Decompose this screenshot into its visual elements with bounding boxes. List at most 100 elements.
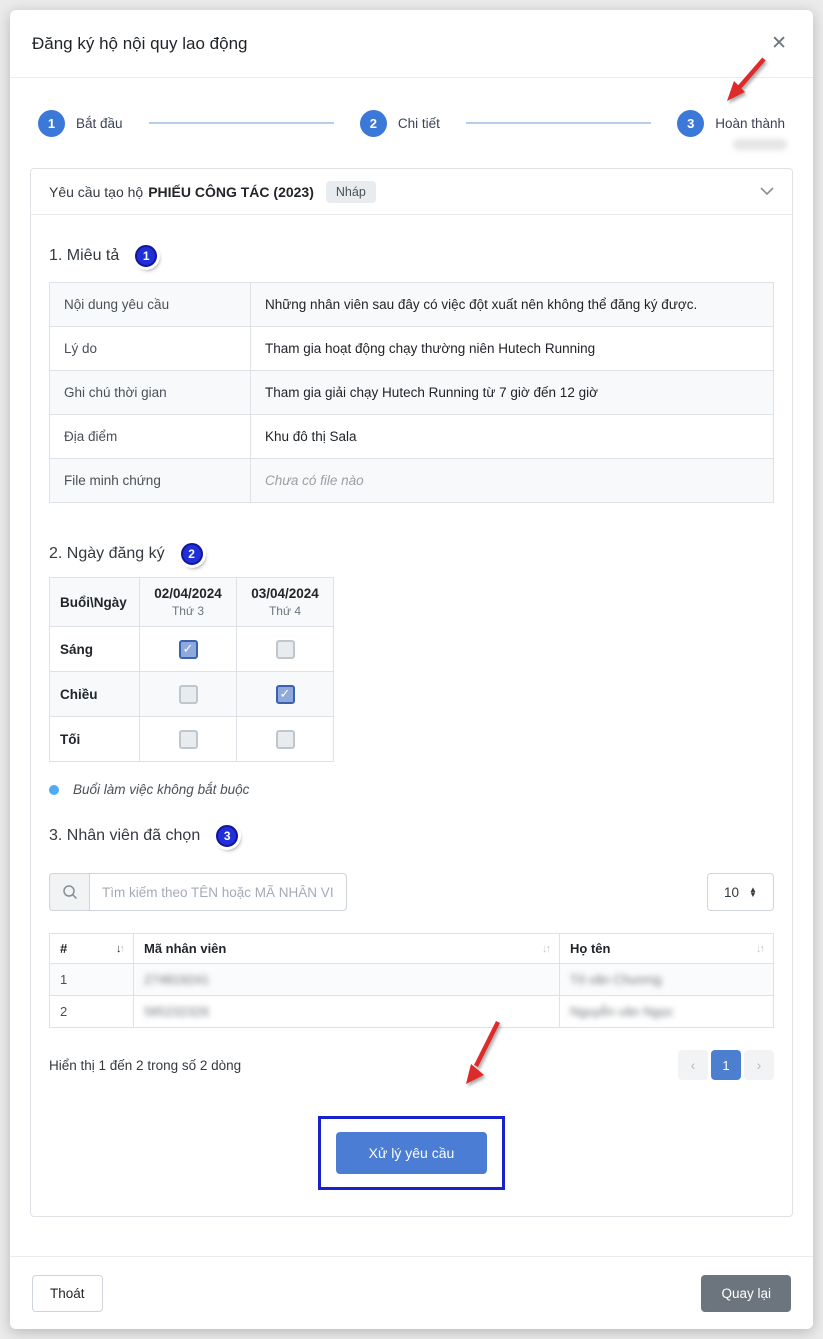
- page-size-value: 10: [724, 885, 739, 900]
- employee-code-redacted: 274819241: [144, 972, 209, 987]
- schedule-date-header: 02/04/2024 Thứ 3: [140, 578, 237, 627]
- request-title-prefix: Yêu cầu tạo hộ: [49, 184, 143, 200]
- back-button[interactable]: Quay lại: [701, 1275, 791, 1312]
- employee-row: 1 274819241 Tô văn Chương: [50, 964, 774, 996]
- modal-header: Đăng ký hộ nội quy lao động ✕: [10, 10, 813, 78]
- schedule-legend: Buổi làm việc không bắt buộc: [49, 782, 774, 797]
- sort-icon: ↓↑: [756, 943, 763, 955]
- modal-title: Đăng ký hộ nội quy lao động: [32, 34, 248, 54]
- header-index-label: #: [60, 941, 67, 956]
- table-footer: Hiển thị 1 đến 2 trong số 2 dòng ‹ 1 ›: [49, 1050, 774, 1080]
- step-3-circle: 3: [677, 110, 704, 137]
- search-group: [49, 873, 347, 911]
- annotation-highlight-box: Xử lý yêu cầu: [318, 1116, 506, 1190]
- request-title: PHIẾU CÔNG TÁC (2023): [148, 184, 314, 200]
- session-label: Sáng: [50, 627, 140, 672]
- callout-badge-2: 2: [181, 543, 203, 565]
- desc-label: Lý do: [50, 327, 251, 371]
- checkbox-afternoon-day1[interactable]: ✓: [179, 685, 198, 704]
- exit-button[interactable]: Thoát: [32, 1275, 103, 1312]
- search-icon: [49, 873, 89, 911]
- section-2-title: 2. Ngày đăng ký: [49, 545, 165, 563]
- desc-label: Ghi chú thời gian: [50, 371, 251, 415]
- callout-badge-1: 1: [135, 245, 157, 267]
- schedule-date-header: 03/04/2024 Thứ 4: [237, 578, 334, 627]
- weekday-label: Thứ 3: [150, 604, 226, 618]
- step-details[interactable]: 2 Chi tiết: [360, 110, 440, 137]
- section-1-heading: 1. Miêu tả 1: [49, 245, 774, 267]
- step-finish[interactable]: 3 Hoàn thành: [677, 110, 785, 137]
- date-label: 02/04/2024: [150, 586, 226, 601]
- page-size-select[interactable]: 10 ▲▼: [707, 873, 774, 911]
- desc-value: Những nhân viên sau đây có việc đột xuất…: [251, 283, 774, 327]
- modal-footer: Thoát Quay lại: [10, 1256, 813, 1329]
- spinner-arrows-icon: ▲▼: [749, 887, 757, 897]
- legend-text: Buổi làm việc không bắt buộc: [73, 782, 249, 797]
- desc-label: Địa điểm: [50, 415, 251, 459]
- table-row: Nội dung yêu cầu Những nhân viên sau đây…: [50, 283, 774, 327]
- section-3-heading: 3. Nhân viên đã chọn 3: [49, 825, 774, 847]
- schedule-row-afternoon: Chiều ✓ ✓: [50, 672, 334, 717]
- sort-icon: ↓↑: [542, 943, 549, 955]
- pagination-page-1[interactable]: 1: [711, 1050, 741, 1080]
- chevron-down-icon[interactable]: [760, 184, 774, 199]
- step-3-label: Hoàn thành: [715, 116, 785, 131]
- rows-summary: Hiển thị 1 đến 2 trong số 2 dòng: [49, 1058, 241, 1073]
- step-start[interactable]: 1 Bắt đầu: [38, 110, 123, 137]
- table-row: File minh chứng Chưa có file nào: [50, 459, 774, 503]
- pagination-next[interactable]: ›: [744, 1050, 774, 1080]
- checkbox-evening-day1[interactable]: ✓: [179, 730, 198, 749]
- request-card-body: 1. Miêu tả 1 Nội dung yêu cầu Những nhân…: [31, 215, 792, 1216]
- close-icon[interactable]: ✕: [767, 30, 791, 57]
- schedule-table: Buổi\Ngày 02/04/2024 Thứ 3 03/04/2024 Th…: [49, 577, 334, 762]
- step-1-label: Bắt đầu: [76, 116, 123, 131]
- employee-code-redacted: 585232326: [144, 1004, 209, 1019]
- stepper-connector: [466, 122, 651, 124]
- request-card: Yêu cầu tạo hộ PHIẾU CÔNG TÁC (2023) Nhá…: [30, 168, 793, 1217]
- employee-row: 2 585232326 Nguyễn văn Ngọc: [50, 996, 774, 1028]
- employee-table: # ↓↑ Mã nhân viên ↓↑ Họ tên ↓↑: [49, 933, 774, 1028]
- wizard-stepper: 1 Bắt đầu 2 Chi tiết 3 Hoàn thành: [10, 78, 813, 168]
- weekday-label: Thứ 4: [247, 604, 323, 618]
- header-index[interactable]: # ↓↑: [50, 934, 134, 964]
- legend-dot-icon: [49, 785, 59, 795]
- schedule-header-row: Buổi\Ngày 02/04/2024 Thứ 3 03/04/2024 Th…: [50, 578, 334, 627]
- pagination-prev[interactable]: ‹: [678, 1050, 708, 1080]
- desc-value: Tham gia giải chạy Hutech Running từ 7 g…: [251, 371, 774, 415]
- status-badge: Nháp: [326, 181, 376, 203]
- checkbox-morning-day1[interactable]: ✓: [179, 640, 198, 659]
- pagination: ‹ 1 ›: [678, 1050, 774, 1080]
- schedule-row-evening: Tối ✓ ✓: [50, 717, 334, 762]
- checkbox-afternoon-day2[interactable]: ✓: [276, 685, 295, 704]
- callout-badge-3: 3: [216, 825, 238, 847]
- table-row: Lý do Tham gia hoạt động chạy thường niê…: [50, 327, 774, 371]
- step-2-circle: 2: [360, 110, 387, 137]
- desc-label: Nội dung yêu cầu: [50, 283, 251, 327]
- checkbox-evening-day2[interactable]: ✓: [276, 730, 295, 749]
- table-row: Ghi chú thời gian Tham gia giải chạy Hut…: [50, 371, 774, 415]
- register-on-behalf-modal: Đăng ký hộ nội quy lao động ✕ 1 Bắt đầu …: [10, 10, 813, 1329]
- request-card-header[interactable]: Yêu cầu tạo hộ PHIẾU CÔNG TÁC (2023) Nhá…: [31, 169, 792, 215]
- header-full-name[interactable]: Họ tên ↓↑: [560, 934, 774, 964]
- desc-value: Tham gia hoạt động chạy thường niên Hute…: [251, 327, 774, 371]
- session-label: Chiều: [50, 672, 140, 717]
- section-1-title: 1. Miêu tả: [49, 247, 119, 265]
- section-2-heading: 2. Ngày đăng ký 2: [49, 543, 774, 565]
- desc-label: File minh chứng: [50, 459, 251, 503]
- employee-name-redacted: Nguyễn văn Ngọc: [570, 1004, 673, 1019]
- action-area: Xử lý yêu cầu: [49, 1116, 774, 1216]
- employee-header-row: # ↓↑ Mã nhân viên ↓↑ Họ tên ↓↑: [50, 934, 774, 964]
- employee-name-redacted: Tô văn Chương: [570, 972, 662, 987]
- header-name-label: Họ tên: [570, 941, 610, 956]
- stepper-connector: [149, 122, 334, 124]
- step-1-circle: 1: [38, 110, 65, 137]
- check-icon: ✓: [183, 641, 194, 657]
- step-2-label: Chi tiết: [398, 116, 440, 131]
- checkbox-morning-day2[interactable]: ✓: [276, 640, 295, 659]
- search-input[interactable]: [89, 873, 347, 911]
- schedule-corner-header: Buổi\Ngày: [50, 578, 140, 627]
- desc-value: Khu đô thị Sala: [251, 415, 774, 459]
- no-file-text: Chưa có file nào: [251, 459, 774, 503]
- process-request-button[interactable]: Xử lý yêu cầu: [336, 1132, 488, 1174]
- header-employee-code[interactable]: Mã nhân viên ↓↑: [134, 934, 560, 964]
